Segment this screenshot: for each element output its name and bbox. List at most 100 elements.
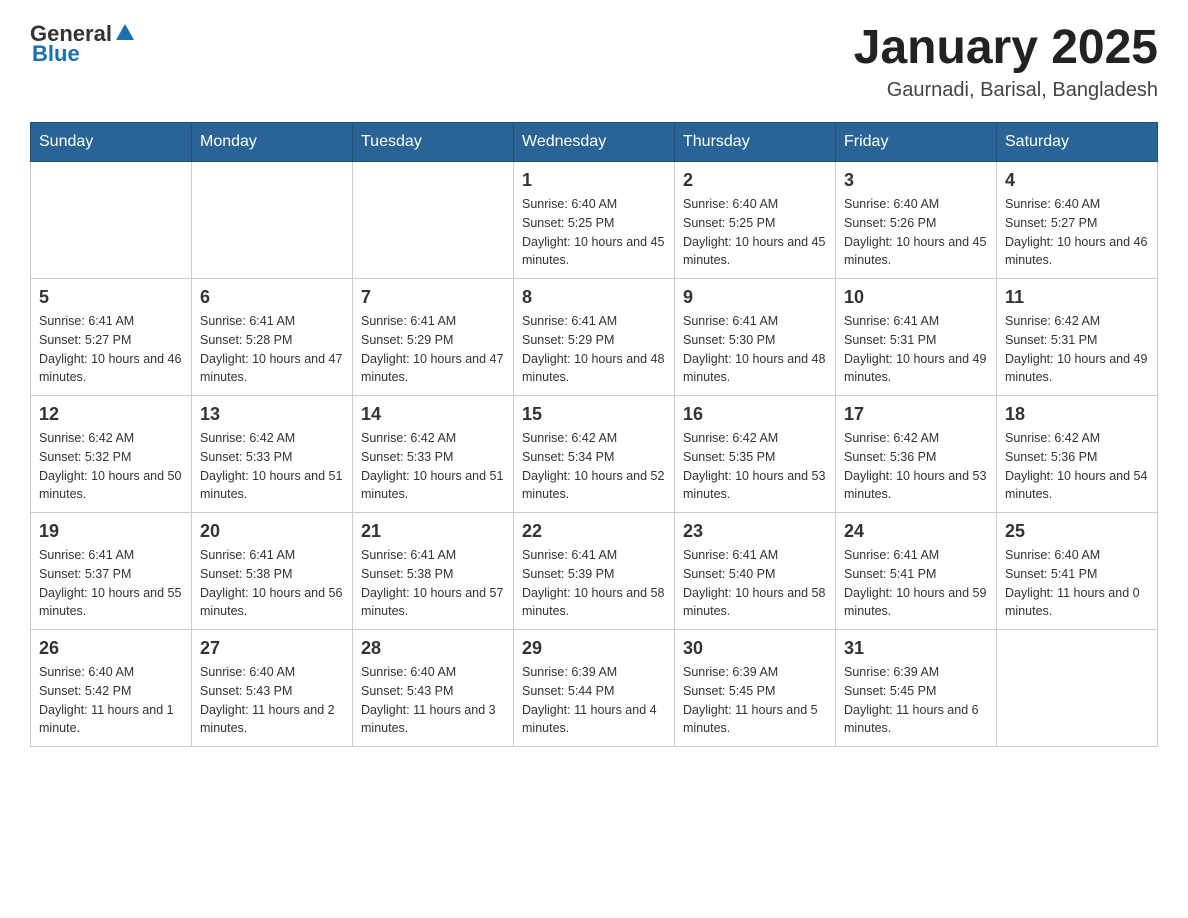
calendar-cell: 4Sunrise: 6:40 AMSunset: 5:27 PMDaylight… — [997, 162, 1158, 279]
day-number: 15 — [522, 404, 666, 425]
day-info: Sunrise: 6:39 AMSunset: 5:44 PMDaylight:… — [522, 663, 666, 738]
calendar-table: SundayMondayTuesdayWednesdayThursdayFrid… — [30, 122, 1158, 747]
calendar-cell: 10Sunrise: 6:41 AMSunset: 5:31 PMDayligh… — [836, 279, 997, 396]
calendar-cell: 1Sunrise: 6:40 AMSunset: 5:25 PMDaylight… — [514, 162, 675, 279]
calendar-cell: 27 Sunrise: 6:40 AMSunset: 5:43 PMDayligh… — [192, 630, 353, 747]
day-number: 22 — [522, 521, 666, 542]
day-number: 25 — [1005, 521, 1149, 542]
calendar-cell: 21Sunrise: 6:41 AMSunset: 5:38 PMDayligh… — [353, 513, 514, 630]
calendar-cell: 25 Sunrise: 6:40 AMSunset: 5:41 PMDayligh… — [997, 513, 1158, 630]
calendar-cell: 26 Sunrise: 6:40 AMSunset: 5:42 PMDayligh… — [31, 630, 192, 747]
calendar-cell: 18 Sunrise: 6:42 AMSunset: 5:36 PMDayligh… — [997, 396, 1158, 513]
calendar-cell: 16 Sunrise: 6:42 AMSunset: 5:35 PMDayligh… — [675, 396, 836, 513]
month-title: January 2025 — [854, 20, 1158, 75]
day-info: Sunrise: 6:40 AMSunset: 5:43 PMDaylight:… — [361, 663, 505, 738]
calendar-cell: 3 Sunrise: 6:40 AMSunset: 5:26 PMDaylight… — [836, 162, 997, 279]
location: Gaurnadi, Barisal, Bangladesh — [854, 79, 1158, 102]
day-header-saturday: Saturday — [997, 123, 1158, 162]
calendar-cell: 23 Sunrise: 6:41 AMSunset: 5:40 PMDayligh… — [675, 513, 836, 630]
calendar-cell: 14 Sunrise: 6:42 AMSunset: 5:33 PMDayligh… — [353, 396, 514, 513]
logo-blue: Blue — [32, 41, 80, 67]
calendar-week-3: 12 Sunrise: 6:42 AMSunset: 5:32 PMDayligh… — [31, 396, 1158, 513]
calendar-cell: 8 Sunrise: 6:41 AMSunset: 5:29 PMDaylight… — [514, 279, 675, 396]
day-number: 17 — [844, 404, 988, 425]
day-info: Sunrise: 6:42 AMSunset: 5:35 PMDaylight:… — [683, 429, 827, 504]
day-number: 26 — [39, 638, 183, 659]
calendar-cell — [31, 162, 192, 279]
day-info: Sunrise: 6:40 AMSunset: 5:41 PMDaylight:… — [1005, 546, 1149, 621]
calendar-cell: 12 Sunrise: 6:42 AMSunset: 5:32 PMDayligh… — [31, 396, 192, 513]
day-info: Sunrise: 6:40 AMSunset: 5:43 PMDaylight:… — [200, 663, 344, 738]
calendar-cell: 28 Sunrise: 6:40 AMSunset: 5:43 PMDayligh… — [353, 630, 514, 747]
day-number: 27 — [200, 638, 344, 659]
day-header-monday: Monday — [192, 123, 353, 162]
day-header-friday: Friday — [836, 123, 997, 162]
calendar-cell: 24 Sunrise: 6:41 AMSunset: 5:41 PMDayligh… — [836, 513, 997, 630]
day-number: 31 — [844, 638, 988, 659]
day-number: 20 — [200, 521, 344, 542]
day-info: Sunrise: 6:41 AMSunset: 5:39 PMDaylight:… — [522, 546, 666, 621]
calendar-cell: 13Sunrise: 6:42 AMSunset: 5:33 PMDayligh… — [192, 396, 353, 513]
page-header: General Blue January 2025 Gaurnadi, Bari… — [30, 20, 1158, 102]
day-info: Sunrise: 6:41 AMSunset: 5:38 PMDaylight:… — [200, 546, 344, 621]
day-number: 30 — [683, 638, 827, 659]
day-number: 14 — [361, 404, 505, 425]
day-number: 3 — [844, 170, 988, 191]
day-number: 16 — [683, 404, 827, 425]
day-number: 24 — [844, 521, 988, 542]
day-header-sunday: Sunday — [31, 123, 192, 162]
calendar-week-1: 1Sunrise: 6:40 AMSunset: 5:25 PMDaylight… — [31, 162, 1158, 279]
day-header-thursday: Thursday — [675, 123, 836, 162]
day-info: Sunrise: 6:42 AMSunset: 5:32 PMDaylight:… — [39, 429, 183, 504]
day-info: Sunrise: 6:41 AMSunset: 5:37 PMDaylight:… — [39, 546, 183, 621]
calendar-cell: 17 Sunrise: 6:42 AMSunset: 5:36 PMDayligh… — [836, 396, 997, 513]
calendar-cell: 29 Sunrise: 6:39 AMSunset: 5:44 PMDayligh… — [514, 630, 675, 747]
day-number: 10 — [844, 287, 988, 308]
title-block: January 2025 Gaurnadi, Barisal, Banglade… — [854, 20, 1158, 102]
calendar-header-row: SundayMondayTuesdayWednesdayThursdayFrid… — [31, 123, 1158, 162]
logo: General Blue — [30, 20, 136, 67]
calendar-cell: 30 Sunrise: 6:39 AMSunset: 5:45 PMDayligh… — [675, 630, 836, 747]
day-info: Sunrise: 6:41 AMSunset: 5:40 PMDaylight:… — [683, 546, 827, 621]
calendar-cell: 19 Sunrise: 6:41 AMSunset: 5:37 PMDayligh… — [31, 513, 192, 630]
day-info: Sunrise: 6:42 AMSunset: 5:34 PMDaylight:… — [522, 429, 666, 504]
day-info: Sunrise: 6:39 AMSunset: 5:45 PMDaylight:… — [844, 663, 988, 738]
day-info: Sunrise: 6:41 AMSunset: 5:29 PMDaylight:… — [522, 312, 666, 387]
calendar-cell: 15 Sunrise: 6:42 AMSunset: 5:34 PMDayligh… — [514, 396, 675, 513]
day-number: 23 — [683, 521, 827, 542]
day-number: 12 — [39, 404, 183, 425]
day-number: 11 — [1005, 287, 1149, 308]
day-info: Sunrise: 6:41 AMSunset: 5:38 PMDaylight:… — [361, 546, 505, 621]
calendar-cell — [353, 162, 514, 279]
day-number: 9 — [683, 287, 827, 308]
day-number: 29 — [522, 638, 666, 659]
day-number: 7 — [361, 287, 505, 308]
day-number: 18 — [1005, 404, 1149, 425]
calendar-cell: 9 Sunrise: 6:41 AMSunset: 5:30 PMDaylight… — [675, 279, 836, 396]
calendar-cell — [192, 162, 353, 279]
calendar-cell: 31 Sunrise: 6:39 AMSunset: 5:45 PMDayligh… — [836, 630, 997, 747]
day-info: Sunrise: 6:41 AMSunset: 5:27 PMDaylight:… — [39, 312, 183, 387]
day-info: Sunrise: 6:41 AMSunset: 5:30 PMDaylight:… — [683, 312, 827, 387]
calendar-cell: 20 Sunrise: 6:41 AMSunset: 5:38 PMDayligh… — [192, 513, 353, 630]
day-info: Sunrise: 6:40 AMSunset: 5:26 PMDaylight:… — [844, 195, 988, 270]
logo-triangle-icon — [114, 22, 136, 42]
day-number: 5 — [39, 287, 183, 308]
day-number: 6 — [200, 287, 344, 308]
day-info: Sunrise: 6:42 AMSunset: 5:36 PMDaylight:… — [1005, 429, 1149, 504]
day-info: Sunrise: 6:39 AMSunset: 5:45 PMDaylight:… — [683, 663, 827, 738]
day-info: Sunrise: 6:42 AMSunset: 5:33 PMDaylight:… — [200, 429, 344, 504]
day-number: 4 — [1005, 170, 1149, 191]
day-number: 28 — [361, 638, 505, 659]
calendar-cell: 6Sunrise: 6:41 AMSunset: 5:28 PMDaylight… — [192, 279, 353, 396]
day-info: Sunrise: 6:41 AMSunset: 5:41 PMDaylight:… — [844, 546, 988, 621]
calendar-cell: 7Sunrise: 6:41 AMSunset: 5:29 PMDaylight… — [353, 279, 514, 396]
day-number: 19 — [39, 521, 183, 542]
day-info: Sunrise: 6:42 AMSunset: 5:36 PMDaylight:… — [844, 429, 988, 504]
day-number: 8 — [522, 287, 666, 308]
day-number: 2 — [683, 170, 827, 191]
day-info: Sunrise: 6:42 AMSunset: 5:33 PMDaylight:… — [361, 429, 505, 504]
day-info: Sunrise: 6:40 AMSunset: 5:42 PMDaylight:… — [39, 663, 183, 738]
day-number: 1 — [522, 170, 666, 191]
calendar-cell: 2Sunrise: 6:40 AMSunset: 5:25 PMDaylight… — [675, 162, 836, 279]
